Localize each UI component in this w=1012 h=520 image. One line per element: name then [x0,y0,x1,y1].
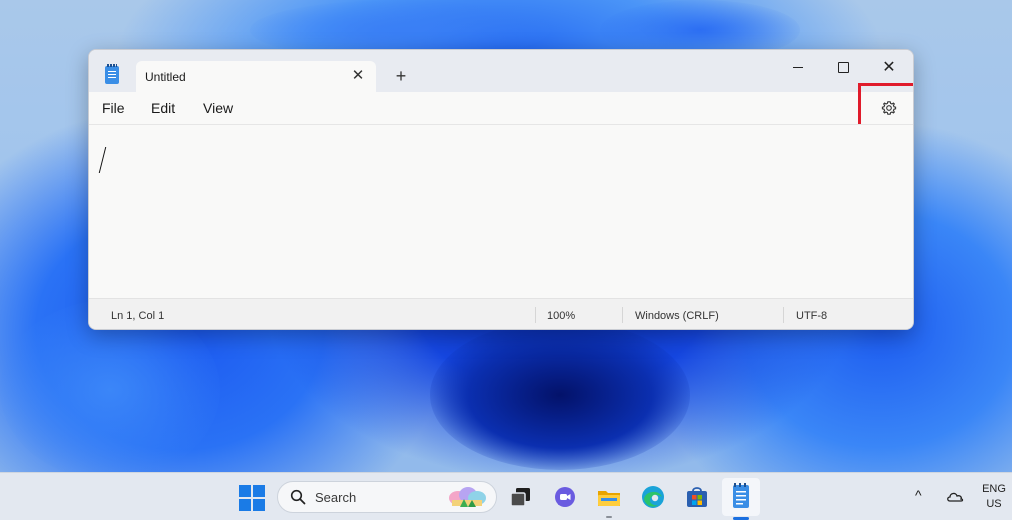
edge-button[interactable] [639,483,667,511]
maximize-icon [837,62,849,74]
language-code: ENG [982,483,1006,495]
start-icon [253,485,265,497]
status-divider [622,307,623,323]
notepad-taskbar-button[interactable] [722,478,760,516]
task-view-icon [510,488,530,507]
file-explorer-button[interactable] [595,483,623,511]
menu-view[interactable]: View [203,100,233,116]
search-icon [290,489,306,505]
tab-title: Untitled [145,70,186,84]
maximize-button[interactable] [826,55,860,81]
menu-edit[interactable]: Edit [151,100,175,116]
language-region: US [986,498,1002,510]
new-tab-button[interactable]: + [390,66,412,86]
status-divider [783,307,784,323]
status-encoding[interactable]: UTF-8 [796,310,827,322]
onedrive-cloud-icon[interactable] [945,488,965,504]
start-icon [253,499,265,511]
show-hidden-icons-chevron-icon[interactable]: ^ [915,487,922,503]
menu-file[interactable]: File [102,100,125,116]
status-cursor-position: Ln 1, Col 1 [111,310,165,322]
file-explorer-icon [598,491,620,506]
status-divider [535,307,536,323]
minimize-button[interactable] [781,55,815,81]
task-view-button[interactable] [507,483,535,511]
search-label: Search [315,490,357,505]
notepad-app-icon [105,64,119,84]
text-cursor [98,147,107,173]
status-zoom[interactable]: 100% [547,310,575,322]
minimize-icon [793,67,803,69]
taskbar: Search ^ ENG US [0,472,1012,520]
notepad-window: Untitled ✕ + ✕ File Edit View Ln 1, Col … [88,49,914,330]
tab-close-icon[interactable]: ✕ [348,66,368,86]
start-icon [239,499,251,511]
teams-chat-button[interactable] [551,483,579,511]
menu-bar: File Edit View [89,92,913,124]
search-highlight-art-icon [449,487,486,507]
teams-chat-icon [555,487,575,507]
microsoft-store-icon [687,487,707,507]
microsoft-store-button[interactable] [683,483,711,511]
status-bar: Ln 1, Col 1 100% Windows (CRLF) UTF-8 [89,298,913,329]
language-indicator[interactable]: ENG US [978,482,1010,512]
notepad-icon [733,483,749,508]
wallpaper-bloom [430,320,690,470]
text-editor[interactable] [89,124,913,298]
running-indicator [606,516,612,518]
start-icon [239,485,251,497]
close-button[interactable]: ✕ [872,55,906,81]
desktop-wallpaper: Untitled ✕ + ✕ File Edit View Ln 1, Col … [0,0,1012,520]
title-bar[interactable]: Untitled ✕ + ✕ [89,50,913,92]
tab-untitled[interactable]: Untitled ✕ [136,61,376,92]
start-button[interactable] [239,485,265,511]
taskbar-search-box[interactable]: Search [277,481,497,513]
status-line-ending[interactable]: Windows (CRLF) [635,310,719,322]
edge-icon [642,486,664,508]
